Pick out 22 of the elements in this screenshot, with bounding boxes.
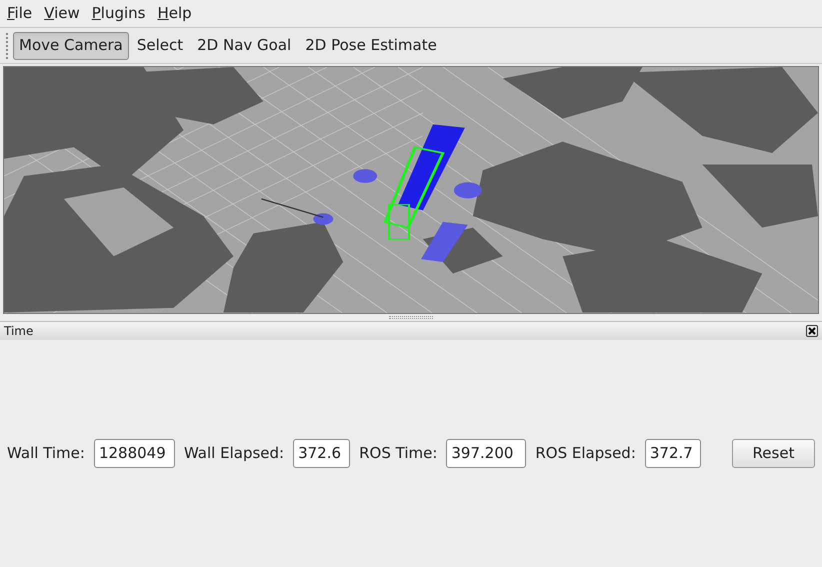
menu-item[interactable]: View <box>38 2 86 25</box>
menu-item[interactable]: Plugins <box>86 2 152 25</box>
time-field[interactable]: 397.200 <box>446 438 526 468</box>
toolbar-grip-icon <box>6 32 9 58</box>
close-button[interactable] <box>806 324 818 336</box>
close-icon <box>808 326 816 334</box>
field-label: Wall Time: <box>7 443 85 464</box>
field-label: Wall Elapsed: <box>184 443 284 464</box>
panel-title: Time <box>4 322 34 340</box>
field-label: ROS Elapsed: <box>535 443 636 464</box>
menu-item[interactable]: File <box>1 2 38 25</box>
tool-button[interactable]: 2D Nav Goal <box>191 32 298 60</box>
reset-button[interactable]: Reset <box>732 438 815 468</box>
time-field[interactable]: 1288049 <box>94 438 175 468</box>
tool-button[interactable]: Select <box>130 32 190 60</box>
grip-icon <box>389 316 433 318</box>
menu-item[interactable]: Help <box>151 2 198 25</box>
tool-button[interactable]: 2D Pose Estimate <box>299 32 443 60</box>
field-label: ROS Time: <box>359 443 438 464</box>
time-field[interactable]: 372.7 <box>644 438 701 468</box>
tool-button[interactable]: Move Camera <box>13 32 129 60</box>
time-field[interactable]: 372.6 <box>293 438 350 468</box>
